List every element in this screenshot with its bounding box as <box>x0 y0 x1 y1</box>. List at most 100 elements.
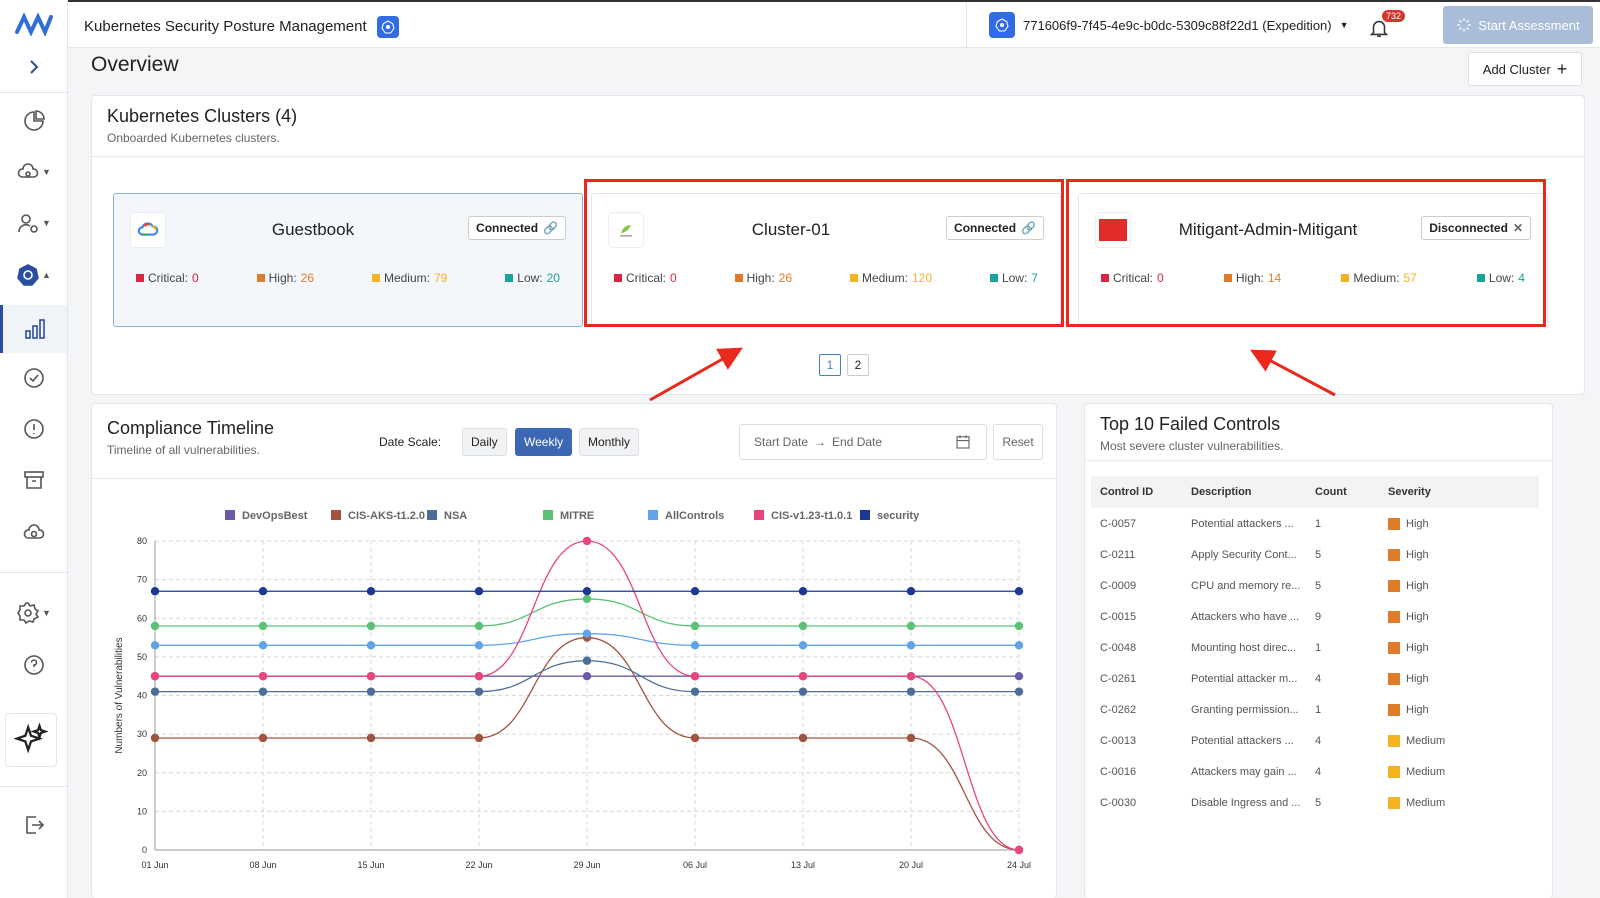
control-count: 5 <box>1315 579 1322 592</box>
critical-value: 0 <box>192 271 199 285</box>
col-count[interactable]: Count <box>1315 486 1388 498</box>
table-row[interactable]: C-0211 Apply Security Cont... 5 High <box>1091 539 1539 570</box>
data-point <box>690 733 700 743</box>
severity-swatch <box>1388 641 1400 654</box>
start-date-placeholder: Start Date <box>754 435 809 449</box>
sidebar-item-overview[interactable] <box>0 305 67 353</box>
timeline-subtitle: Timeline of all vulnerabilities. <box>107 443 260 457</box>
sidebar-item-settings[interactable]: ▼ <box>0 591 67 635</box>
legend-swatch <box>860 510 870 520</box>
high-value: 26 <box>300 271 315 285</box>
data-point <box>798 621 808 631</box>
kubernetes-icon <box>17 264 39 286</box>
control-id: C-0262 <box>1100 703 1137 716</box>
sidebar-item-archive[interactable] <box>0 458 67 502</box>
control-description: Mounting host direc... <box>1191 641 1297 654</box>
control-count: 1 <box>1315 517 1322 530</box>
pagination: 1 2 <box>819 354 869 376</box>
y-tick-label: 50 <box>137 652 147 662</box>
data-point <box>474 587 484 596</box>
table-row[interactable]: C-0048 Mounting host direc... 1 High <box>1091 632 1539 663</box>
x-tick-label: 22 Jun <box>465 860 492 870</box>
end-date-placeholder: End Date <box>832 435 883 449</box>
table-row[interactable]: C-0262 Granting permission... 1 High <box>1091 694 1539 725</box>
control-description: Disable Ingress and ... <box>1191 796 1301 809</box>
legend-label: CIS-AKS-t1.2.0 <box>348 510 425 522</box>
chevron-right-icon <box>29 60 38 74</box>
severity-swatch <box>1388 796 1400 809</box>
ai-assistant-button[interactable] <box>5 713 57 767</box>
data-point <box>150 733 160 743</box>
date-range-picker[interactable]: Start Date → End Date <box>739 424 987 460</box>
calendar-icon <box>956 435 970 449</box>
chevron-down-icon: ▼ <box>42 218 51 228</box>
sidebar-item-help[interactable] <box>0 643 67 687</box>
control-severity: High <box>1388 641 1518 654</box>
col-control-id[interactable]: Control ID <box>1091 486 1191 498</box>
status-label: Connected <box>476 221 539 235</box>
control-count: 4 <box>1315 734 1322 747</box>
table-row[interactable]: C-0016 Attackers may gain ... 4 Medium <box>1091 756 1539 787</box>
controls-title: Top 10 Failed Controls <box>1100 414 1281 434</box>
control-description: Attackers may gain ... <box>1191 765 1297 778</box>
sidebar-item-dashboard[interactable] <box>0 99 67 143</box>
clusters-subtitle: Onboarded Kubernetes clusters. <box>107 131 280 145</box>
data-point <box>906 671 916 681</box>
data-point <box>258 687 268 696</box>
logout-button[interactable] <box>0 803 67 847</box>
sidebar-item-kubernetes[interactable]: ▲ <box>0 253 67 297</box>
data-point <box>474 671 484 681</box>
scale-monthly-button[interactable]: Monthly <box>579 428 640 456</box>
account-selector[interactable]: 771606f9-7f45-4e9c-b0dc-5309c88f22d1 (Ex… <box>966 2 1356 48</box>
col-severity[interactable]: Severity <box>1388 486 1518 498</box>
data-point <box>582 587 592 596</box>
sidebar-item-identity[interactable]: ▼ <box>0 201 67 245</box>
notifications-button[interactable]: 732 <box>1368 10 1408 42</box>
top-failed-controls-panel: Top 10 Failed Controls Most severe clust… <box>1084 403 1553 898</box>
table-row[interactable]: C-0261 Potential attacker m... 4 High <box>1091 663 1539 694</box>
connection-status-badge[interactable]: Connected 🔗 <box>468 216 566 240</box>
scale-daily-button[interactable]: Daily <box>462 428 507 456</box>
severity-swatch <box>1388 579 1400 592</box>
mitigant-logo[interactable] <box>0 2 67 46</box>
table-row[interactable]: C-0030 Disable Ingress and ... 5 Medium <box>1091 787 1539 818</box>
control-severity: High <box>1388 672 1518 685</box>
severity-label: High <box>1406 703 1429 716</box>
sidebar-item-alerts[interactable] <box>0 407 67 451</box>
spinner-icon <box>1457 18 1472 32</box>
highlight-box <box>584 179 1064 327</box>
high-count: High: 26 <box>256 271 315 285</box>
control-count: 4 <box>1315 765 1322 778</box>
table-row[interactable]: C-0015 Attackers who have ... 9 High <box>1091 601 1539 632</box>
x-tick-label: 08 Jun <box>249 860 276 870</box>
data-point <box>366 733 376 743</box>
badge-check-icon <box>23 368 44 388</box>
page-button-2[interactable]: 2 <box>847 354 869 376</box>
table-row[interactable]: C-0057 Potential attackers ... 1 High <box>1091 508 1539 539</box>
start-assessment-button[interactable]: Start Assessment <box>1443 6 1593 44</box>
add-cluster-button[interactable]: Add Cluster + <box>1468 52 1582 86</box>
compliance-timeline-panel: Compliance Timeline Timeline of all vuln… <box>91 403 1057 898</box>
medium-count: Medium: 79 <box>371 271 447 285</box>
sidebar-item-compliance[interactable] <box>0 356 67 400</box>
control-severity: High <box>1388 703 1518 716</box>
table-row[interactable]: C-0009 CPU and memory re... 5 High <box>1091 570 1539 601</box>
page-button-1[interactable]: 1 <box>819 354 841 376</box>
scale-weekly-button[interactable]: Weekly <box>515 428 573 456</box>
sidebar-item-cloud-security[interactable]: ▼ <box>0 150 67 194</box>
expand-sidebar-button[interactable] <box>0 45 67 89</box>
severity-swatch <box>1388 517 1400 530</box>
reset-button[interactable]: Reset <box>993 424 1043 460</box>
chevron-down-icon: ▼ <box>42 608 51 618</box>
low-label: Low: <box>517 271 543 285</box>
table-row[interactable]: C-0013 Potential attackers ... 4 Medium <box>1091 725 1539 756</box>
controls-subtitle: Most severe cluster vulnerabilities. <box>1100 439 1284 453</box>
col-description[interactable]: Description <box>1191 486 1315 498</box>
notification-count: 732 <box>1382 10 1406 22</box>
x-tick-label: 01 Jun <box>141 860 168 870</box>
archive-icon <box>23 471 44 489</box>
control-id: C-0048 <box>1100 641 1137 654</box>
cluster-card-guestbook[interactable]: Guestbook Connected 🔗 Critical: 0 High: 26 … <box>113 193 583 327</box>
data-point <box>150 621 160 631</box>
sidebar-item-cloud-scan[interactable] <box>0 510 67 554</box>
